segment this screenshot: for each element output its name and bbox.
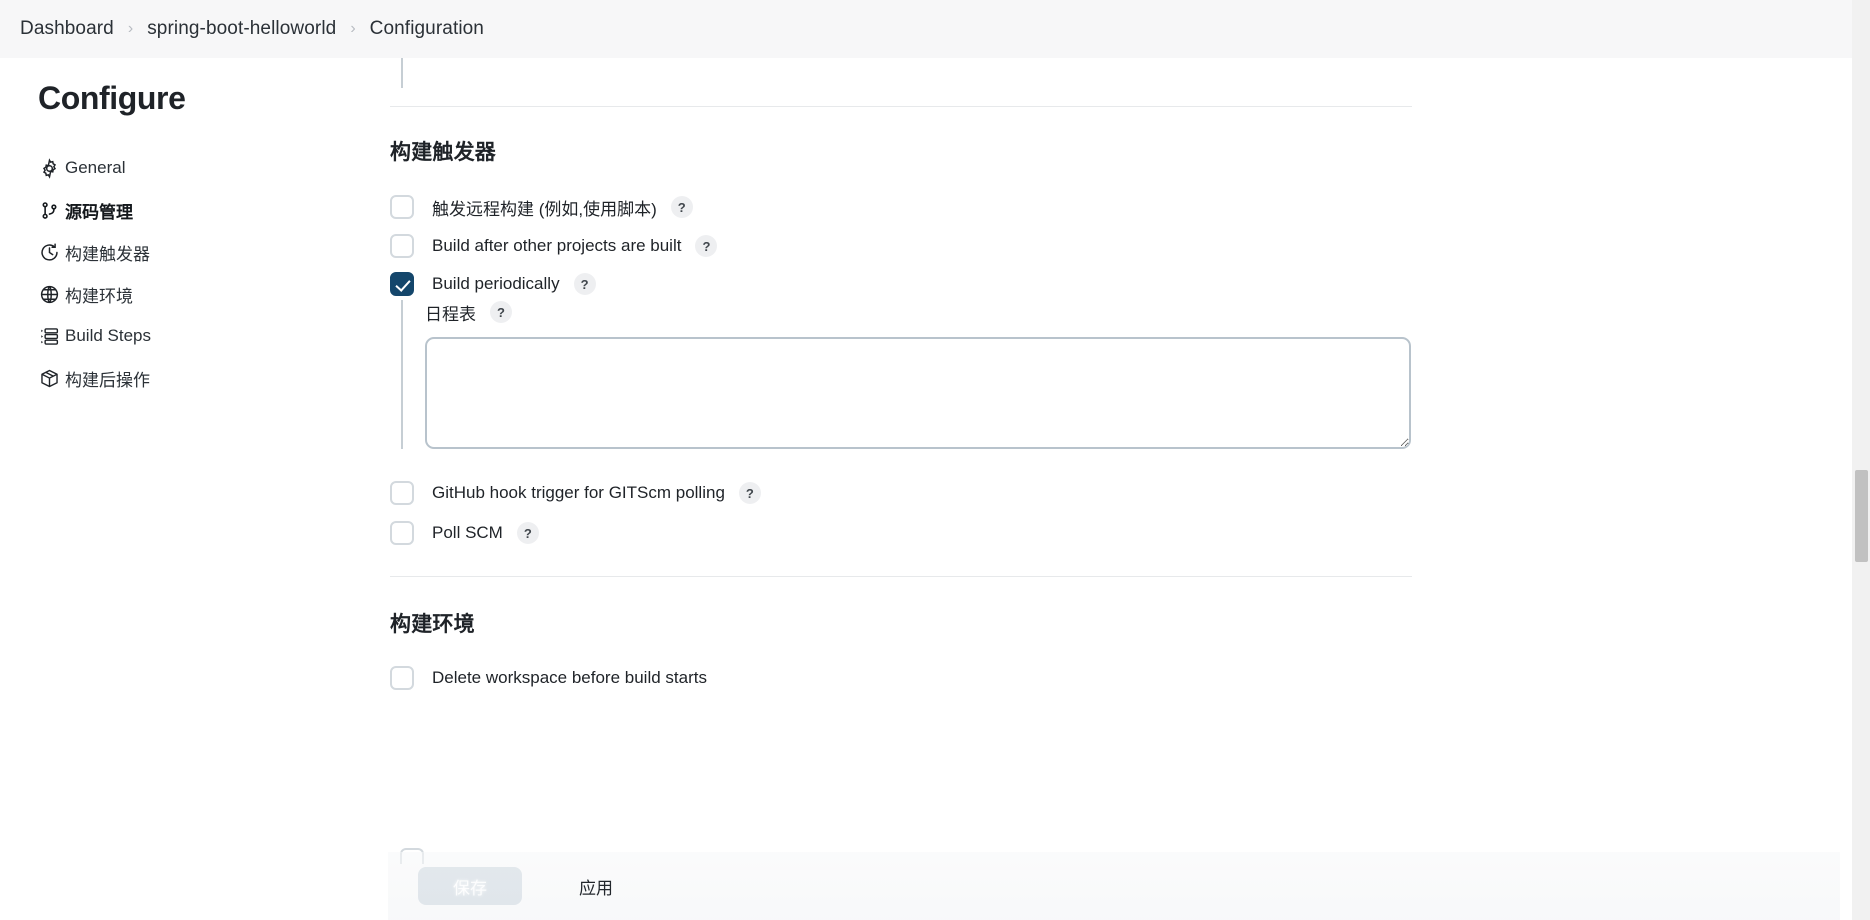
checkbox-delete-workspace[interactable]	[390, 666, 414, 690]
checkbox-row-github-hook-trigger[interactable]: GitHub hook trigger for GITScm polling ?	[390, 480, 761, 506]
checkbox-label[interactable]: Poll SCM	[432, 523, 503, 543]
help-icon[interactable]: ?	[516, 522, 539, 544]
sidebar-item-build-environment[interactable]: 构建环境	[38, 279, 288, 309]
breadcrumb-item-project[interactable]: spring-boot-helloworld	[147, 18, 336, 40]
sidebar-item-label: General	[65, 158, 126, 177]
sidebar-item-post-build-actions[interactable]: 构建后操作	[38, 363, 288, 393]
sidebar-item-general[interactable]: General	[38, 153, 288, 183]
package-icon	[38, 367, 60, 389]
schedule-label-row: 日程表 ?	[425, 300, 1411, 324]
section-divider-top	[390, 106, 1412, 107]
section-title-build-triggers: 构建触发器	[390, 141, 496, 164]
git-branch-icon	[38, 199, 60, 221]
jenkins-configure-page: Dashboard › spring-boot-helloworld › Con…	[0, 0, 1870, 920]
breadcrumb: Dashboard › spring-boot-helloworld › Con…	[0, 0, 1870, 58]
page-scrollbar-thumb[interactable]	[1855, 470, 1868, 562]
form-action-bar: 保存 应用	[388, 852, 1840, 920]
sidebar-item-label: 构建触发器	[65, 244, 150, 264]
checkbox-row-delete-workspace[interactable]: Delete workspace before build starts	[390, 665, 707, 691]
schedule-label: 日程表	[425, 304, 476, 324]
checkbox-build-periodically[interactable]	[390, 272, 414, 296]
help-icon[interactable]: ?	[695, 235, 718, 257]
checkbox-label[interactable]: 触发远程构建 (例如,使用脚本)	[432, 195, 657, 220]
help-icon[interactable]: ?	[490, 301, 512, 323]
checkbox-label[interactable]: Delete workspace before build starts	[432, 668, 707, 688]
sidebar-item-source-code-management[interactable]: 源码管理	[38, 195, 288, 225]
schedule-group: 日程表 ?	[401, 300, 1411, 449]
breadcrumb-item-dashboard[interactable]: Dashboard	[20, 18, 114, 40]
checkbox-row-trigger-remote-build[interactable]: 触发远程构建 (例如,使用脚本) ?	[390, 194, 693, 220]
section-indent-line-top	[401, 58, 403, 88]
sidebar-item-build-triggers[interactable]: 构建触发器	[38, 237, 288, 267]
sidebar-nav: General 源码管理 构建触发器 构建环境 Build Steps 构建后操…	[38, 153, 388, 393]
apply-button[interactable]: 应用	[544, 867, 648, 905]
gear-icon	[38, 157, 60, 179]
sidebar-item-label: 源码管理	[65, 202, 133, 222]
sidebar: Configure General 源码管理 构建触发器 构建环境 Build …	[0, 58, 388, 920]
schedule-input[interactable]	[425, 337, 1411, 449]
checkbox-github-hook-trigger[interactable]	[390, 481, 414, 505]
save-button[interactable]: 保存	[418, 867, 522, 905]
checkbox-build-after-other-projects[interactable]	[390, 234, 414, 258]
checkbox-row-build-after-other-projects[interactable]: Build after other projects are built ?	[390, 233, 718, 259]
sidebar-item-label: 构建后操作	[65, 370, 150, 390]
page-scrollbar-track[interactable]	[1852, 0, 1870, 920]
checkbox-row-build-periodically[interactable]: Build periodically ?	[390, 271, 596, 297]
help-icon[interactable]: ?	[573, 273, 596, 295]
checkbox-label[interactable]: Build periodically	[432, 274, 560, 294]
section-title-build-environment: 构建环境	[390, 613, 475, 636]
checkbox-label[interactable]: GitHub hook trigger for GITScm polling	[432, 483, 725, 503]
breadcrumb-item-configuration: Configuration	[369, 18, 484, 39]
clock-icon	[38, 241, 60, 263]
breadcrumb-separator-1: ›	[127, 20, 134, 37]
list-steps-icon	[38, 325, 60, 347]
sidebar-item-label: Build Steps	[65, 326, 151, 345]
main-content: 构建触发器 触发远程构建 (例如,使用脚本) ? Build after oth…	[388, 58, 1840, 920]
help-icon[interactable]: ?	[670, 196, 693, 218]
page-title: Configure	[38, 80, 186, 116]
checkbox-row-poll-scm[interactable]: Poll SCM ?	[390, 520, 539, 546]
sidebar-item-build-steps[interactable]: Build Steps	[38, 321, 288, 351]
checkbox-poll-scm[interactable]	[390, 521, 414, 545]
globe-icon	[38, 283, 60, 305]
help-icon[interactable]: ?	[738, 482, 761, 504]
section-divider-bottom	[390, 576, 1412, 577]
checkbox-trigger-remote-build[interactable]	[390, 195, 414, 219]
breadcrumb-separator-2: ›	[350, 20, 356, 37]
checkbox-label[interactable]: Build after other projects are built	[432, 236, 681, 256]
sidebar-item-label: 构建环境	[65, 286, 133, 306]
